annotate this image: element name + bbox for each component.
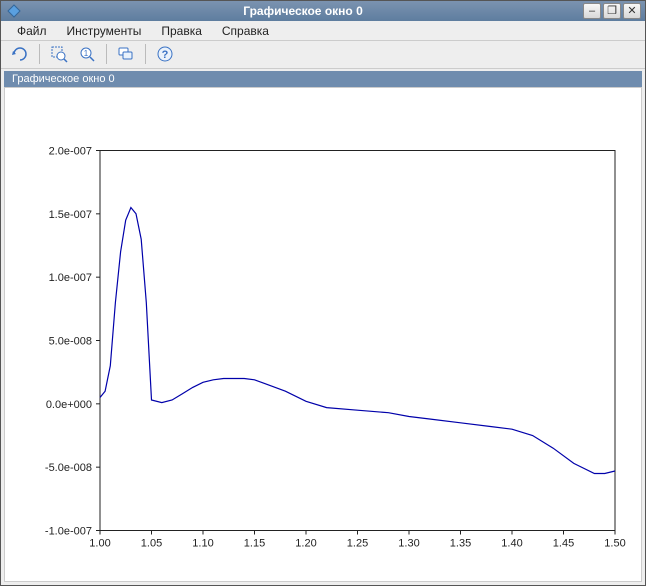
close-button[interactable]: ✕ bbox=[623, 3, 641, 19]
title-bar[interactable]: Графическое окно 0 – ❐ ✕ bbox=[1, 1, 645, 21]
x-tick-label: 1.05 bbox=[141, 538, 162, 550]
menu-bar: Файл Инструменты Правка Справка bbox=[1, 21, 645, 41]
toolbar-separator bbox=[106, 44, 107, 64]
minimize-button[interactable]: – bbox=[583, 3, 601, 19]
x-tick-label: 1.25 bbox=[347, 538, 368, 550]
x-tick-label: 1.00 bbox=[89, 538, 110, 550]
svg-text:?: ? bbox=[162, 49, 169, 61]
maximize-button[interactable]: ❐ bbox=[603, 3, 621, 19]
x-tick-label: 1.40 bbox=[501, 538, 522, 550]
y-tick-label: 0.0e+000 bbox=[46, 399, 92, 411]
x-tick-label: 1.30 bbox=[398, 538, 419, 550]
menu-help[interactable]: Справка bbox=[212, 22, 279, 40]
window-controls: – ❐ ✕ bbox=[583, 3, 641, 19]
y-tick-label: 2.0e-007 bbox=[49, 146, 92, 158]
menu-file[interactable]: Файл bbox=[7, 22, 57, 40]
y-tick-label: -5.0e-008 bbox=[45, 462, 92, 474]
x-tick-label: 1.10 bbox=[192, 538, 213, 550]
figure-inner-title: Графическое окно 0 bbox=[4, 71, 642, 87]
datatip-icon[interactable] bbox=[113, 42, 139, 66]
data-series-line bbox=[100, 208, 615, 474]
x-tick-label: 1.35 bbox=[450, 538, 471, 550]
menu-edit[interactable]: Правка bbox=[151, 22, 212, 40]
toolbar-separator bbox=[145, 44, 146, 64]
y-tick-label: -1.0e-007 bbox=[45, 526, 92, 538]
toolbar: 1 ? bbox=[1, 41, 645, 68]
plot-area[interactable]: -1.0e-007 -5.0e-008 0.0e+000 5.0e-008 1.0e-0… bbox=[4, 87, 642, 582]
app-window: Графическое окно 0 – ❐ ✕ Файл Инструмент… bbox=[0, 0, 646, 586]
app-icon bbox=[5, 4, 23, 18]
zoom-area-icon[interactable] bbox=[46, 42, 72, 66]
y-tick-label: 1.0e-007 bbox=[49, 272, 92, 284]
y-tick-label: 1.5e-007 bbox=[49, 209, 92, 221]
x-tick-label: 1.50 bbox=[604, 538, 625, 550]
rotate-icon[interactable] bbox=[7, 42, 33, 66]
x-tick-label: 1.20 bbox=[295, 538, 316, 550]
toolbar-separator bbox=[39, 44, 40, 64]
y-tick-label: 5.0e-008 bbox=[49, 336, 92, 348]
x-tick-label: 1.45 bbox=[553, 538, 574, 550]
svg-text:1: 1 bbox=[84, 49, 89, 58]
help-icon[interactable]: ? bbox=[152, 42, 178, 66]
zoom-reset-icon[interactable]: 1 bbox=[74, 42, 100, 66]
window-title: Графическое окно 0 bbox=[23, 4, 583, 18]
x-tick-label: 1.15 bbox=[244, 538, 265, 550]
line-chart: -1.0e-007 -5.0e-008 0.0e+000 5.0e-008 1.0e-0… bbox=[5, 88, 641, 581]
menu-tools[interactable]: Инструменты bbox=[57, 22, 152, 40]
